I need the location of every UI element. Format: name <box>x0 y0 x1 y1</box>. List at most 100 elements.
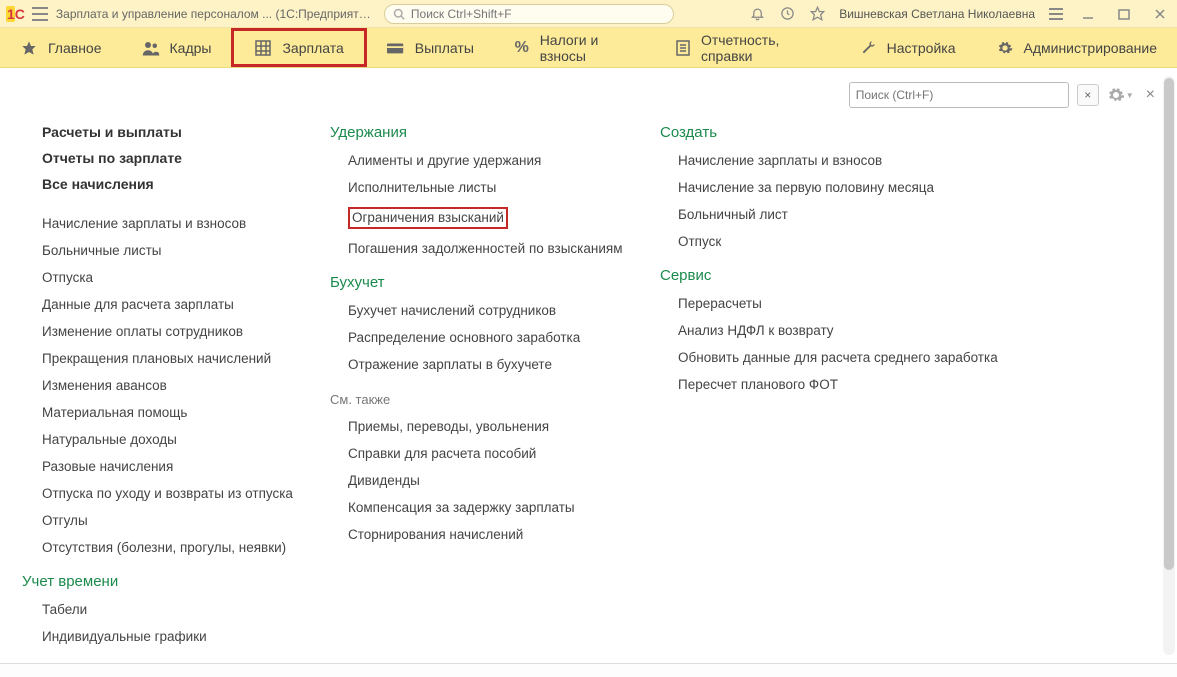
menu-link[interactable]: Погашения задолженностей по взысканиям <box>348 241 638 256</box>
panel-search[interactable] <box>849 82 1069 108</box>
menu-columns: Расчеты и выплаты Отчеты по зарплате Все… <box>0 68 1177 663</box>
menu-link[interactable]: Дивиденды <box>348 473 638 488</box>
star-icon[interactable] <box>809 6 825 22</box>
tab-label: Кадры <box>170 40 212 56</box>
panel-search-input[interactable] <box>856 88 1062 102</box>
menu-link[interactable]: Начисление за первую половину месяца <box>678 180 1018 195</box>
tab-reports[interactable]: Отчетность, справки <box>655 28 838 67</box>
menu-link[interactable]: Перерасчеты <box>678 296 1018 311</box>
menu-link[interactable]: Отражение зарплаты в бухучете <box>348 357 638 372</box>
tab-admin[interactable]: Администрирование <box>976 28 1177 67</box>
app-logo: 1С <box>6 6 24 22</box>
tab-label: Выплаты <box>415 40 474 56</box>
menu-link[interactable]: Обновить данные для расчета среднего зар… <box>678 350 1018 365</box>
menu-link[interactable]: Ограничения взысканий <box>348 207 638 229</box>
tab-label: Отчетность, справки <box>701 32 819 64</box>
menu-link[interactable]: Изменения авансов <box>42 378 308 393</box>
bottom-bar <box>0 663 1177 677</box>
link-bold[interactable]: Все начисления <box>42 176 308 192</box>
menu-link[interactable]: Отгулы <box>42 513 308 528</box>
chevron-down-icon: ▼ <box>1126 91 1134 100</box>
section-subhead: См. также <box>330 392 638 407</box>
menu-link[interactable]: Индивидуальные графики <box>42 629 308 644</box>
close-button[interactable] <box>1149 5 1171 23</box>
link-bold[interactable]: Расчеты и выплаты <box>42 124 308 140</box>
history-icon[interactable] <box>779 6 795 22</box>
global-search-input[interactable] <box>411 7 665 21</box>
search-icon <box>393 8 405 20</box>
tab-label: Налоги и взносы <box>540 32 635 64</box>
panel-tools: × ▼ × <box>849 82 1159 108</box>
star-solid-icon <box>20 39 38 57</box>
vertical-scrollbar[interactable] <box>1163 76 1175 655</box>
highlighted-link[interactable]: Ограничения взысканий <box>348 207 508 229</box>
menu-link[interactable]: Начисление зарплаты и взносов <box>678 153 1018 168</box>
minimize-button[interactable] <box>1077 5 1099 23</box>
menu-link[interactable]: Распределение основного заработка <box>348 330 638 345</box>
close-panel-button[interactable]: × <box>1142 86 1159 104</box>
app-title: Зарплата и управление персоналом ... (1С… <box>56 7 376 21</box>
menu-link[interactable]: Больничный лист <box>678 207 1018 222</box>
tab-label: Зарплата <box>282 40 343 56</box>
menu-link[interactable]: Справки для расчета пособий <box>348 446 638 461</box>
menu-link[interactable]: Изменение оплаты сотрудников <box>42 324 308 339</box>
tab-label: Администрирование <box>1024 40 1158 56</box>
menu-link[interactable]: Алименты и другие удержания <box>348 153 638 168</box>
people-icon <box>142 39 160 57</box>
tab-label: Главное <box>48 40 102 56</box>
menu-link[interactable]: Приемы, переводы, увольнения <box>348 419 638 434</box>
menu-link[interactable]: Отпуска по уходу и возвраты из отпуска <box>42 486 308 501</box>
menu-link[interactable]: Отпуска <box>42 270 308 285</box>
clear-search-button[interactable]: × <box>1077 84 1099 106</box>
tab-taxes[interactable]: % Налоги и взносы <box>494 28 655 67</box>
menu-link[interactable]: Больничные листы <box>42 243 308 258</box>
section-head: Бухучет <box>330 274 638 291</box>
column-3: Создать Начисление зарплаты и взносов Нач… <box>660 124 1040 663</box>
gear-icon <box>996 39 1014 57</box>
document-icon <box>675 39 691 57</box>
menu-link[interactable]: Исполнительные листы <box>348 180 638 195</box>
menu-link[interactable]: Отпуск <box>678 234 1018 249</box>
grid-icon <box>254 39 272 57</box>
menu-link[interactable]: Начисление зарплаты и взносов <box>42 216 308 231</box>
menu-link[interactable]: Бухучет начислений сотрудников <box>348 303 638 318</box>
bell-icon[interactable] <box>749 6 765 22</box>
section-head: Создать <box>660 124 1018 141</box>
column-2: Удержания Алименты и другие удержания Исп… <box>330 124 660 663</box>
menu-link[interactable]: Разовые начисления <box>42 459 308 474</box>
main-toolbar: Главное Кадры Зарплата Выплаты % Налоги … <box>0 28 1177 68</box>
global-search[interactable] <box>384 4 674 24</box>
tab-settings[interactable]: Настройка <box>839 28 976 67</box>
panel-settings-button[interactable]: ▼ <box>1107 86 1134 104</box>
menu-link[interactable]: Анализ НДФЛ к возврату <box>678 323 1018 338</box>
workarea: × ▼ × Расчеты и выплаты Отчеты по зарпла… <box>0 68 1177 663</box>
gear-icon <box>1107 86 1125 104</box>
link-bold[interactable]: Отчеты по зарплате <box>42 150 308 166</box>
scrollbar-thumb[interactable] <box>1164 78 1174 570</box>
tab-main[interactable]: Главное <box>0 28 122 67</box>
column-1: Расчеты и выплаты Отчеты по зарплате Все… <box>20 124 330 663</box>
tab-payments[interactable]: Выплаты <box>367 28 494 67</box>
user-menu-icon[interactable] <box>1049 8 1063 20</box>
section-head: Учет времени <box>22 573 308 590</box>
menu-link[interactable]: Компенсация за задержку зарплаты <box>348 500 638 515</box>
menu-link[interactable]: Натуральные доходы <box>42 432 308 447</box>
maximize-button[interactable] <box>1113 5 1135 23</box>
section-head: Удержания <box>330 124 638 141</box>
menu-link[interactable]: Отсутствия (болезни, прогулы, неявки) <box>42 540 308 555</box>
tab-salary[interactable]: Зарплата <box>231 28 366 67</box>
tab-personnel[interactable]: Кадры <box>122 28 232 67</box>
menu-link[interactable]: Материальная помощь <box>42 405 308 420</box>
titlebar: 1С Зарплата и управление персоналом ... … <box>0 0 1177 28</box>
section-head: Сервис <box>660 267 1018 284</box>
menu-link[interactable]: Данные для расчета зарплаты <box>42 297 308 312</box>
wallet-icon <box>387 39 405 57</box>
menu-link[interactable]: Табели <box>42 602 308 617</box>
menu-link[interactable]: Прекращения плановых начислений <box>42 351 308 366</box>
menu-icon[interactable] <box>32 7 48 21</box>
wrench-icon <box>859 39 877 57</box>
menu-link[interactable]: Сторнирования начислений <box>348 527 638 542</box>
percent-icon: % <box>514 39 530 57</box>
username-label: Вишневская Светлана Николаевна <box>839 7 1035 21</box>
menu-link[interactable]: Пересчет планового ФОТ <box>678 377 1018 392</box>
